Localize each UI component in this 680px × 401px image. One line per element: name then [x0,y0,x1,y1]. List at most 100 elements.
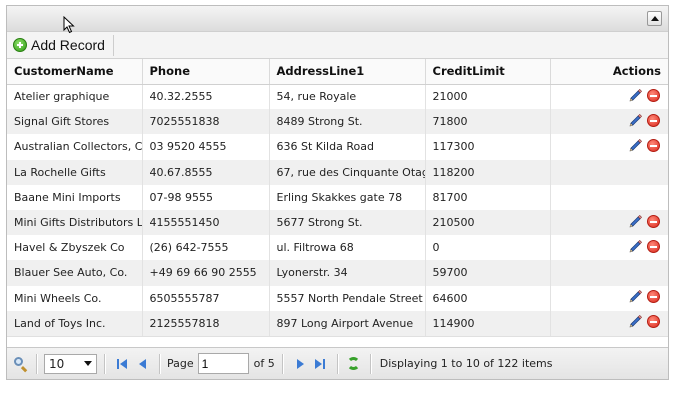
edit-pencil-icon[interactable] [628,314,643,329]
table-header-row: CustomerName Phone AddressLine1 CreditLi… [7,59,668,85]
add-record-button[interactable]: Add Record [13,34,114,56]
cell-addressline1: 8489 Strong St. [269,109,426,135]
edit-pencil-icon[interactable] [628,88,643,103]
table-row[interactable]: Atelier graphique 40.32.2555 54, rue Royal… [7,84,668,110]
pager-separator [159,353,160,374]
cell-phone: (26) 642-7555 [142,235,270,261]
column-header-customername[interactable]: CustomerName [7,59,143,85]
delete-icon[interactable] [647,290,660,304]
cell-creditlimit: 0 [425,235,551,261]
cell-creditlimit: 118200 [425,159,551,185]
cell-actions [550,209,668,236]
grid-titlebar [7,6,668,32]
pager-separator [369,353,371,374]
page-size-select[interactable]: 10 [44,353,97,374]
pager-bar: 10 Page of 5 Displaying 1 to 10 of 122 i… [7,347,668,379]
mouse-cursor-icon [63,16,75,34]
data-grid: Add Record CustomerName Phone AddressLin… [6,5,669,380]
first-page-button[interactable] [114,356,130,372]
add-record-label: Add Record [31,37,105,53]
column-header-addressline1[interactable]: AddressLine1 [269,59,426,85]
cell-actions [550,235,668,260]
column-header-phone[interactable]: Phone [142,59,270,85]
table-row[interactable]: La Rochelle Gifts 40.67.8555 67, rue des C… [7,159,668,185]
cell-phone: 4155551450 [142,209,270,236]
table-row[interactable]: Blauer See Auto, Co. +49 69 66 90 2555 Lyo… [7,260,668,286]
edit-pencil-icon[interactable] [628,214,643,229]
delete-icon[interactable] [647,239,660,253]
cell-phone: 7025551838 [142,109,270,135]
cell-phone: 40.67.8555 [142,159,270,185]
cell-actions [550,185,668,210]
table-row[interactable]: Baane Mini Imports 07-98 9555 Erling Skakk… [7,184,668,210]
cell-addressline1: 67, rue des Cinquante Otages [269,159,426,185]
edit-pencil-icon[interactable] [628,289,643,304]
previous-page-button[interactable] [134,356,150,372]
cell-phone: 03 9520 4555 [142,134,270,160]
total-pages-label: of 5 [253,357,275,370]
column-header-creditlimit[interactable]: CreditLimit [425,59,551,85]
collapse-button[interactable] [647,11,662,26]
refresh-icon[interactable] [345,355,363,373]
cell-phone: 40.32.2555 [142,84,270,110]
delete-icon[interactable] [647,88,660,102]
table-row[interactable]: Mini Wheels Co. 6505555787 5557 North Pend… [7,285,668,311]
cell-phone: 2125557818 [142,310,270,336]
add-icon [13,38,27,52]
delete-icon[interactable] [647,138,660,152]
cell-customername: Blauer See Auto, Co. [7,260,143,286]
pager-separator [104,353,105,374]
cell-creditlimit: 210500 [425,209,551,236]
cell-addressline1: 5677 Strong St. [269,209,426,236]
cell-actions [550,134,668,159]
cell-creditlimit: 117300 [425,134,551,160]
cell-actions [550,260,668,286]
cell-addressline1: 54, rue Royale [269,84,426,110]
cell-addressline1: 636 St Kilda Road [269,134,426,160]
cell-actions [550,310,668,336]
edit-pencil-icon[interactable] [628,239,643,254]
cell-addressline1: 897 Long Airport Avenue [269,310,426,336]
grid-toolbar: Add Record [7,32,668,59]
cell-customername: Atelier graphique [7,84,143,110]
search-icon[interactable] [13,356,29,372]
edit-pencil-icon[interactable] [628,113,643,128]
pager-separator [336,353,338,374]
table-row[interactable]: Signal Gift Stores 7025551838 8489 Strong … [7,109,668,135]
cell-actions [550,109,668,135]
page-size-value: 10 [49,356,65,371]
next-page-button[interactable] [292,356,308,372]
delete-icon[interactable] [647,214,660,228]
page-number-input[interactable] [197,353,249,374]
cell-customername: Baane Mini Imports [7,184,143,210]
table-row[interactable]: Mini Gifts Distributors Ltd.415555145056… [7,209,668,236]
table-row[interactable]: Havel & Zbyszek Co (26) 642-7555 ul. Filtr… [7,235,668,261]
cell-actions [550,159,668,185]
cell-customername: Australian Collectors, Co. [7,134,143,160]
cell-creditlimit: 21000 [425,84,551,110]
cell-creditlimit: 81700 [425,184,551,210]
column-header-actions: Actions [550,59,668,85]
last-page-button[interactable] [312,356,328,372]
cell-phone: 6505555787 [142,285,270,311]
chevron-down-icon [84,361,92,366]
cell-creditlimit: 64600 [425,285,551,311]
page-label: Page [167,357,194,370]
delete-icon[interactable] [647,113,660,127]
table-row[interactable]: Australian Collectors, Co. 03 9520 4555 63… [7,134,668,160]
cell-actions [550,286,668,311]
cell-phone: 07-98 9555 [142,184,270,210]
pager-separator [281,353,283,374]
table-row[interactable]: Land of Toys Inc. 2125557818 897 Long Airp… [7,310,668,336]
pager-status: Displaying 1 to 10 of 122 items [379,357,553,370]
edit-pencil-icon[interactable] [628,138,643,153]
customer-table: CustomerName Phone AddressLine1 CreditLi… [7,59,668,336]
cell-creditlimit: 114900 [425,310,551,336]
cell-customername: Mini Gifts Distributors Ltd. [7,209,143,236]
delete-icon[interactable] [647,315,660,329]
cell-customername: Havel & Zbyszek Co [7,235,143,261]
cell-creditlimit: 71800 [425,109,551,135]
pager-separator [36,353,37,374]
cell-customername: Signal Gift Stores [7,109,143,135]
cell-phone: +49 69 66 90 2555 [142,260,270,286]
